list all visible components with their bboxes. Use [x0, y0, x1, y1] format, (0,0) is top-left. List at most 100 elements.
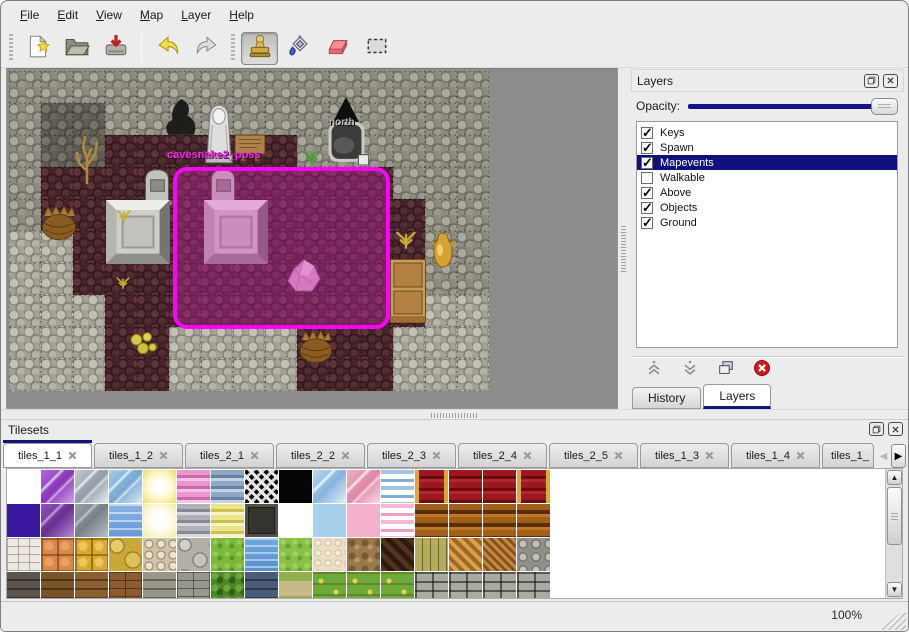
palette-tile-logs[interactable] — [517, 538, 550, 571]
palette-tile-crystal-blue[interactable] — [109, 470, 142, 503]
tileset-tab-tiles_1_4[interactable]: tiles_1_4 — [731, 443, 820, 468]
palette-tile-carpet-red[interactable] — [449, 470, 482, 503]
float-panel-button[interactable] — [869, 422, 884, 436]
opacity-slider-handle[interactable] — [871, 98, 898, 115]
palette-tile-wall-gray[interactable] — [143, 572, 176, 599]
palette-scrollbar[interactable]: ▲ ▼ — [885, 469, 902, 598]
scroll-tabs-right-button[interactable]: ▶ — [891, 444, 906, 468]
palette-tile-wood-dark[interactable] — [381, 538, 414, 571]
palette-tile-carpet-red-edge[interactable] — [517, 470, 550, 503]
layer-visibility-checkbox[interactable] — [641, 127, 653, 139]
open-folder-button[interactable] — [58, 32, 95, 65]
palette-tile-brick-gray-lt[interactable] — [415, 572, 448, 599]
menu-layer[interactable]: Layer — [172, 3, 220, 27]
palette-tile-crystal-purple-dk[interactable] — [41, 504, 74, 537]
palette-tile-water[interactable] — [245, 538, 278, 571]
map-canvas[interactable]: northcavesnake2_poss — [6, 68, 618, 409]
layer-row-above[interactable]: Above — [637, 185, 897, 200]
opacity-slider-track[interactable] — [688, 104, 896, 109]
menu-view[interactable]: View — [87, 3, 131, 27]
palette-tile-grass-flowers[interactable] — [313, 572, 346, 599]
tileset-tab-tiles_1_1[interactable]: tiles_1_1 — [3, 443, 92, 468]
palette-tile-herringbone[interactable] — [483, 538, 516, 571]
palette-tile-planks[interactable] — [415, 538, 448, 571]
palette-tile-path[interactable] — [279, 572, 312, 599]
float-panel-button[interactable] — [864, 74, 879, 88]
palette-tile-crystal-gray[interactable] — [75, 470, 108, 503]
scrollbar-thumb[interactable] — [887, 487, 902, 545]
palette-tile-crystal-pink[interactable] — [347, 470, 380, 503]
tab-history[interactable]: History — [632, 387, 701, 409]
palette-tile-lattice[interactable] — [245, 470, 278, 503]
palette-tile-water-anim[interactable] — [109, 504, 142, 537]
palette-tile-grass-flowers[interactable] — [347, 572, 380, 599]
map-content[interactable]: northcavesnake2_poss — [9, 71, 489, 391]
tileset-tab-tiles_2_5[interactable]: tiles_2_5 — [549, 443, 638, 468]
layer-visibility-checkbox[interactable] — [641, 202, 653, 214]
tileset-tab-tiles_1_3[interactable]: tiles_1_3 — [640, 443, 729, 468]
tileset-tab-tiles_2_3[interactable]: tiles_2_3 — [367, 443, 456, 468]
palette-tile-stripes-yellow[interactable] — [211, 504, 244, 537]
tileset-tab-tiles_1_[interactable]: tiles_1_ — [822, 443, 874, 468]
close-tab-icon[interactable] — [796, 451, 805, 460]
palette-tile-indigo[interactable] — [7, 504, 40, 537]
palette-tile-carpet-brown[interactable] — [483, 504, 516, 537]
palette-tile-glow-pale[interactable] — [143, 504, 176, 537]
horizontal-splitter[interactable] — [1, 409, 908, 420]
palette-tile-brick-gray-lt[interactable] — [517, 572, 550, 599]
palette-tile-brick-gray[interactable] — [177, 572, 210, 599]
palette-tile-stripes-gray[interactable] — [177, 504, 210, 537]
palette-tile-stripes-bw[interactable] — [381, 470, 414, 503]
palette-tile-empty[interactable] — [279, 504, 312, 537]
scroll-tabs-left-button[interactable]: ◀ — [876, 444, 891, 468]
delete-layer-button[interactable] — [751, 361, 773, 381]
eraser-button[interactable] — [319, 32, 356, 65]
palette-tile-crystal-blue-lt[interactable] — [313, 470, 346, 503]
palette-tile-wall-dark[interactable] — [7, 572, 40, 599]
palette-tile-brick-gray-lt[interactable] — [483, 572, 516, 599]
palette-tile-cobble-yellow[interactable] — [109, 538, 142, 571]
scroll-up-button[interactable]: ▲ — [887, 470, 902, 485]
palette-tile-brick-brown[interactable] — [109, 572, 142, 599]
palette-tile-hedge[interactable] — [211, 572, 244, 599]
close-tab-icon[interactable] — [250, 451, 259, 460]
close-tab-icon[interactable] — [432, 451, 441, 460]
layer-visibility-checkbox[interactable] — [641, 142, 653, 154]
palette-tile-flat-pink[interactable] — [347, 504, 380, 537]
layer-row-walkable[interactable]: Walkable — [637, 170, 897, 185]
toolbar-grip[interactable] — [231, 34, 235, 62]
palette-tile-brick-gray-lt[interactable] — [449, 572, 482, 599]
duplicate-layer-button[interactable] — [715, 361, 737, 381]
menu-map[interactable]: Map — [131, 3, 172, 27]
close-tab-icon[interactable] — [68, 451, 77, 460]
close-tab-icon[interactable] — [159, 451, 168, 460]
palette-tile-crystal-gray-dk[interactable] — [75, 504, 108, 537]
opacity-slider[interactable] — [688, 98, 898, 115]
palette-tile-black[interactable] — [279, 470, 312, 503]
layer-visibility-checkbox[interactable] — [641, 217, 653, 229]
palette-tile-wall-brown2[interactable] — [75, 572, 108, 599]
palette-tile-empty[interactable] — [7, 470, 40, 503]
palette-tile-stones-gray[interactable] — [177, 538, 210, 571]
close-panel-button[interactable] — [888, 422, 903, 436]
palette-tile-weave[interactable] — [449, 538, 482, 571]
fill-button[interactable] — [280, 32, 317, 65]
layer-row-ground[interactable]: Ground — [637, 215, 897, 230]
event-selection-rect[interactable] — [173, 167, 390, 329]
palette-tile-stripes-pinkwhite[interactable] — [381, 504, 414, 537]
select-rect-button[interactable] — [358, 32, 395, 65]
resize-grip[interactable] — [880, 608, 906, 630]
new-file-button[interactable] — [19, 32, 56, 65]
lower-layer-button[interactable] — [679, 361, 701, 381]
tileset-tab-tiles_2_2[interactable]: tiles_2_2 — [276, 443, 365, 468]
palette-tile-stone-white[interactable] — [7, 538, 40, 571]
save-button[interactable] — [97, 32, 134, 65]
close-tab-icon[interactable] — [341, 451, 350, 460]
palette-tile-carpet-brown[interactable] — [449, 504, 482, 537]
palette-tile-stripes-blue[interactable] — [211, 470, 244, 503]
close-tab-icon[interactable] — [614, 451, 623, 460]
palette-tile-tiles-orange[interactable] — [41, 538, 74, 571]
tab-layers[interactable]: Layers — [703, 384, 771, 409]
palette-tile-grass2[interactable] — [279, 538, 312, 571]
palette-tile-carpet-red[interactable] — [483, 470, 516, 503]
